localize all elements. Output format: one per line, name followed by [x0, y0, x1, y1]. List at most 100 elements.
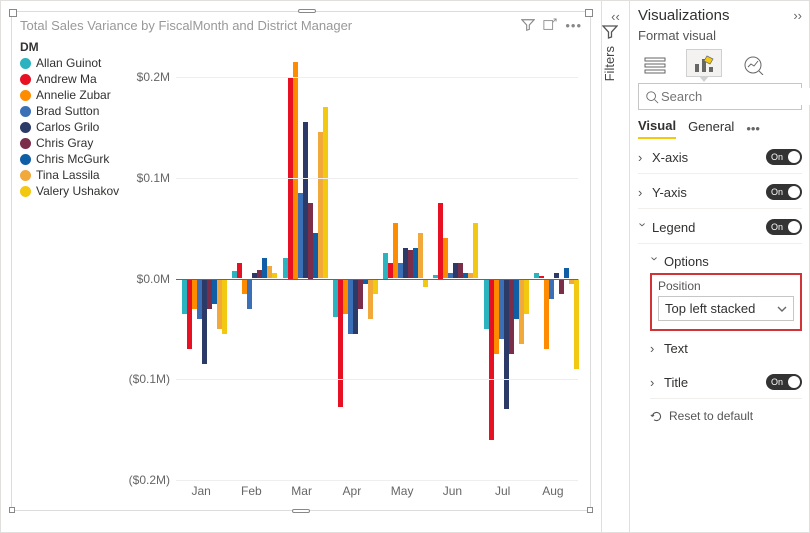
reset-icon	[650, 410, 663, 423]
bar[interactable]	[247, 279, 252, 309]
format-visual-tab[interactable]	[686, 49, 722, 77]
legend-item[interactable]: Brad Sutton	[20, 104, 119, 118]
visualizations-panel: Visualizations ›› Format visual	[630, 1, 810, 532]
legend-label: Annelie Zubar	[36, 88, 111, 102]
toggle-x-axis[interactable]: On	[766, 149, 802, 165]
chevron-right-icon: ›	[638, 150, 648, 165]
chevron-right-icon: ›	[650, 375, 660, 390]
legend-swatch	[20, 106, 31, 117]
tab-visual[interactable]: Visual	[638, 118, 676, 139]
legend-label: Tina Lassila	[36, 168, 100, 182]
legend-label: Brad Sutton	[36, 104, 99, 118]
y-tick-label: $0.0M	[122, 272, 170, 286]
reset-label: Reset to default	[669, 409, 753, 423]
search-box[interactable]	[638, 83, 802, 110]
y-tick-label: ($0.2M)	[122, 473, 170, 487]
bar[interactable]	[443, 238, 448, 278]
analytics-tab[interactable]	[736, 51, 770, 77]
legend-label: Carlos Grilo	[36, 120, 99, 134]
chart-title: Total Sales Variance by FiscalMonth and …	[12, 12, 590, 35]
format-sub-tabs: Visual General •••	[638, 118, 802, 139]
legend-item[interactable]: Tina Lassila	[20, 168, 119, 182]
x-tick-label: Jul	[495, 484, 510, 498]
filters-collapsed-pane[interactable]: ‹‹ Filters	[602, 1, 630, 532]
bar[interactable]	[237, 263, 242, 278]
toggle-legend-title[interactable]: On	[766, 374, 802, 390]
legend-position-highlight: Position Top left stacked	[650, 273, 802, 331]
chevron-right-icon[interactable]: ››	[793, 8, 802, 23]
legend-swatch	[20, 186, 31, 197]
legend-label: Valery Ushakov	[36, 184, 119, 198]
toggle-y-axis[interactable]: On	[766, 184, 802, 200]
x-tick-label: Jun	[443, 484, 462, 498]
legend-label: Chris McGurk	[36, 152, 109, 166]
x-tick-label: May	[391, 484, 414, 498]
chart-panel: ••• Total Sales Variance by FiscalMonth …	[1, 1, 601, 532]
legend-item[interactable]: Valery Ushakov	[20, 184, 119, 198]
legend-position-select[interactable]: Top left stacked	[658, 296, 794, 321]
legend-swatch	[20, 138, 31, 149]
prop-legend[interactable]: › Legend On	[638, 209, 802, 244]
select-value: Top left stacked	[665, 301, 755, 316]
chevron-right-icon: ›	[638, 185, 648, 200]
chart-legend: DM Allan Guinot Andrew Ma Annelie Zubar Bra…	[20, 40, 119, 200]
right-rail: ‹‹ Filters Visualizations ›› Format visu…	[601, 1, 810, 532]
prop-legend-title[interactable]: › Title On	[650, 364, 802, 399]
prop-label: Text	[664, 341, 802, 356]
filter-icon[interactable]	[521, 18, 535, 33]
chevron-down-icon	[777, 304, 787, 314]
search-icon	[645, 90, 659, 104]
legend-item[interactable]: Chris Gray	[20, 136, 119, 150]
panel-subtitle: Format visual	[638, 28, 802, 43]
prop-label: X-axis	[652, 150, 766, 165]
chevron-down-icon: ›	[648, 257, 663, 267]
legend-label: Chris Gray	[36, 136, 93, 150]
x-tick-label: Feb	[241, 484, 262, 498]
legend-item[interactable]: Carlos Grilo	[20, 120, 119, 134]
legend-swatch	[20, 122, 31, 133]
legend-item[interactable]: Allan Guinot	[20, 56, 119, 70]
y-tick-label: $0.1M	[122, 171, 170, 185]
legend-swatch	[20, 154, 31, 165]
search-input[interactable]	[659, 88, 810, 105]
legend-item[interactable]: Andrew Ma	[20, 72, 119, 86]
focus-mode-icon[interactable]	[543, 18, 557, 33]
bar[interactable]	[564, 268, 569, 278]
chart-plot-area: $0.2M$0.1M$0.0M($0.1M)($0.2M)	[122, 77, 578, 480]
bar[interactable]	[549, 279, 554, 299]
legend-swatch	[20, 74, 31, 85]
chart-card[interactable]: ••• Total Sales Variance by FiscalMonth …	[11, 11, 591, 511]
prop-y-axis[interactable]: › Y-axis On	[638, 174, 802, 209]
panel-title: Visualizations	[638, 7, 729, 24]
legend-swatch	[20, 90, 31, 101]
reset-to-default[interactable]: Reset to default	[650, 409, 802, 423]
prop-legend-options[interactable]: › Options	[650, 244, 802, 271]
prop-label: Title	[664, 375, 766, 390]
y-tick-label: ($0.1M)	[122, 372, 170, 386]
position-label: Position	[658, 279, 794, 293]
x-tick-label: Jan	[191, 484, 210, 498]
toggle-legend[interactable]: On	[766, 219, 802, 235]
more-tabs-icon[interactable]: •••	[746, 121, 760, 136]
build-visual-tab[interactable]	[638, 51, 672, 77]
x-tick-label: Apr	[343, 484, 362, 498]
format-mode-tabs	[638, 49, 802, 77]
legend-item[interactable]: Chris McGurk	[20, 152, 119, 166]
legend-label: Andrew Ma	[36, 72, 97, 86]
prop-label: Options	[664, 254, 802, 269]
filter-icon	[602, 24, 629, 40]
legend-item[interactable]: Annelie Zubar	[20, 88, 119, 102]
tab-general[interactable]: General	[688, 119, 734, 138]
bar[interactable]	[418, 233, 423, 278]
chevron-down-icon: ›	[636, 222, 651, 232]
bar[interactable]	[559, 279, 564, 294]
prop-legend-text[interactable]: › Text	[650, 331, 802, 364]
legend-swatch	[20, 170, 31, 181]
legend-swatch	[20, 58, 31, 69]
more-options-icon[interactable]: •••	[565, 18, 582, 33]
filters-label: Filters	[602, 46, 617, 81]
prop-x-axis[interactable]: › X-axis On	[638, 139, 802, 174]
chart-toolbar: •••	[521, 18, 582, 33]
bar[interactable]	[574, 279, 579, 370]
legend-title: DM	[20, 40, 119, 54]
